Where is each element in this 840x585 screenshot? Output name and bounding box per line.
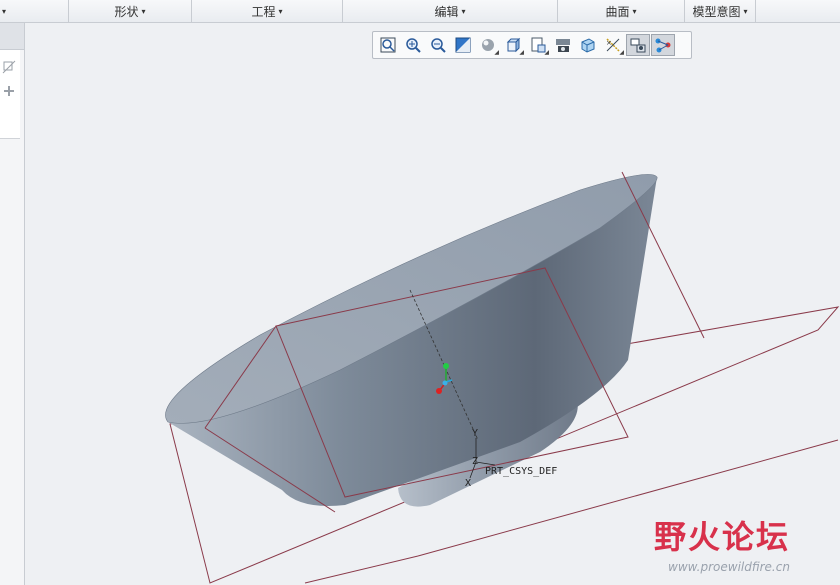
display-style-icon[interactable]: ◢ xyxy=(476,34,500,56)
csys-x-label: X xyxy=(465,478,471,489)
repaint-icon[interactable] xyxy=(451,34,475,56)
annotation-display-icon[interactable] xyxy=(626,34,650,56)
view-manager-icon[interactable]: ◢ xyxy=(526,34,550,56)
zoom-out-icon[interactable] xyxy=(426,34,450,56)
watermark-title: 野火论坛 xyxy=(654,518,791,556)
datum-plane-edge xyxy=(304,555,419,584)
perspective-view-icon[interactable] xyxy=(551,34,575,56)
forum-watermark: 野火论坛 www.proewildfire.cn xyxy=(654,512,834,582)
datum-display-icon[interactable]: × ◢ xyxy=(601,34,625,56)
svg-text:×: × xyxy=(606,39,612,47)
model-scene[interactable]: Y Z X PRT_CSYS_DEF xyxy=(0,0,840,585)
section-icon[interactable] xyxy=(576,34,600,56)
refit-icon[interactable] xyxy=(376,34,400,56)
csys-z-label: Z xyxy=(472,456,478,467)
zoom-in-icon[interactable] xyxy=(401,34,425,56)
csys-name-label: PRT_CSYS_DEF xyxy=(485,466,557,477)
graphics-toolbar: ◢ ◢ ◢ × ◢ xyxy=(372,31,692,59)
watermark-url: www.proewildfire.cn xyxy=(668,560,790,574)
csys-y-label: Y xyxy=(472,428,478,439)
spin-center-icon[interactable] xyxy=(651,34,675,56)
saved-orientations-icon[interactable]: ◢ xyxy=(501,34,525,56)
